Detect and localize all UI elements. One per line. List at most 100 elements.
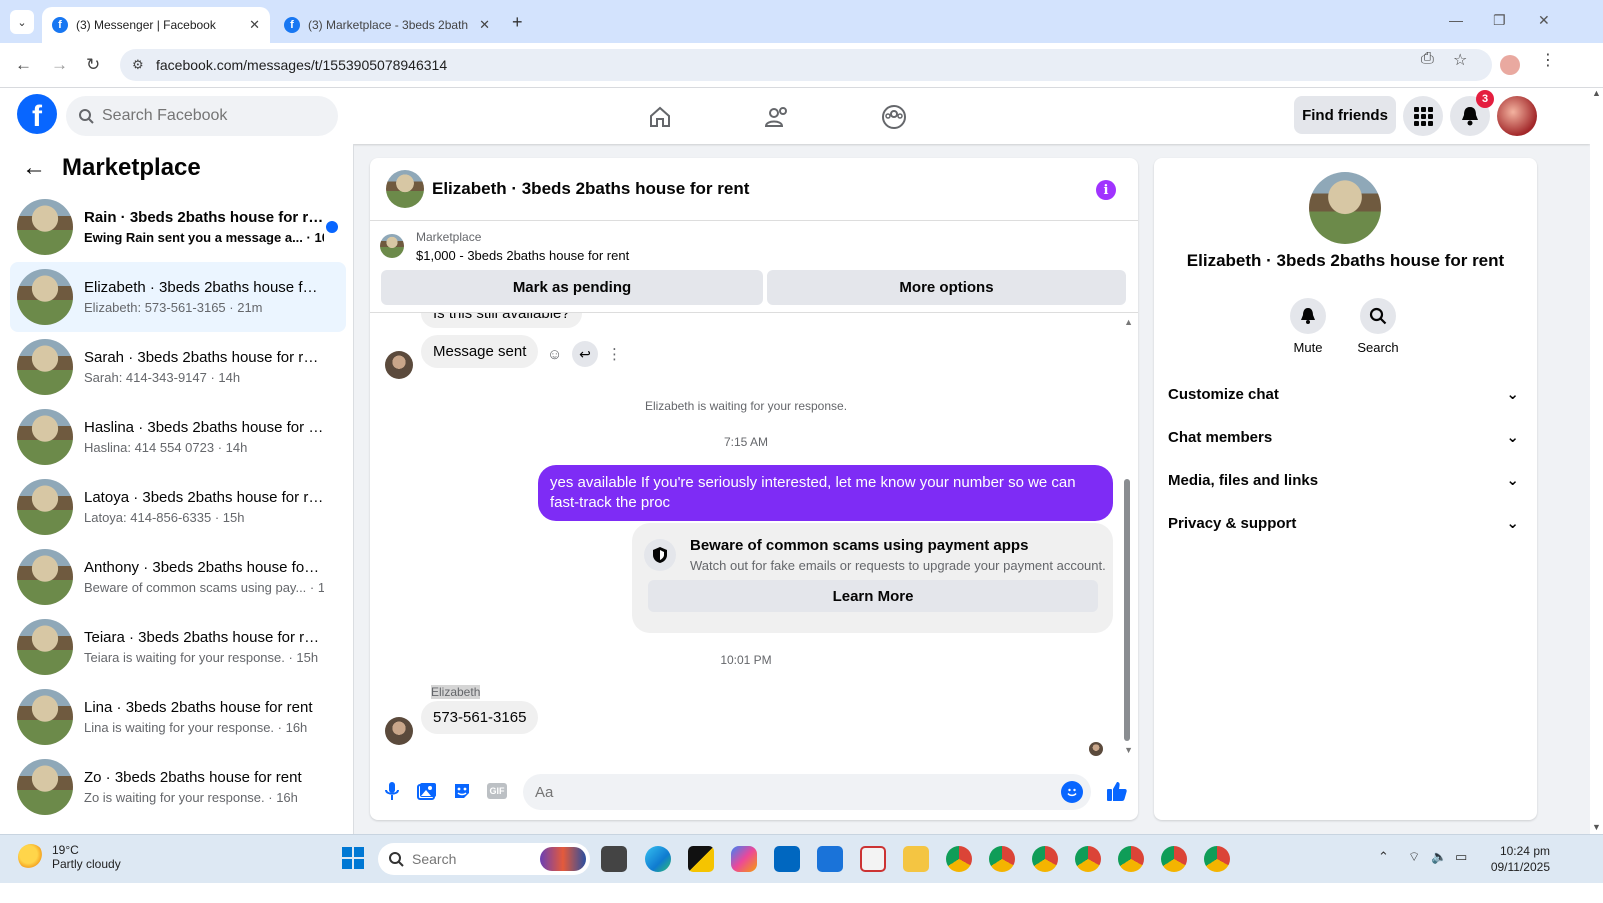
find-friends-button[interactable]: Find friends — [1294, 96, 1396, 134]
copilot-icon[interactable] — [731, 846, 757, 872]
message-input[interactable] — [535, 783, 1035, 801]
conversation-item[interactable]: Rain · 3beds 2baths house for rent Ewing … — [10, 192, 346, 262]
minimize-icon[interactable]: — — [1449, 12, 1463, 28]
page-scroll-up-icon[interactable]: ▲ — [1592, 88, 1601, 98]
microphone-icon[interactable] — [381, 780, 403, 802]
photo-icon[interactable] — [416, 780, 438, 802]
message-bubble: Message sent — [421, 335, 539, 368]
react-emoji-icon[interactable]: ☺ — [547, 346, 562, 363]
gif-icon[interactable]: GIF — [486, 780, 508, 802]
reply-icon[interactable]: ↩ — [572, 341, 598, 367]
file-explorer-icon[interactable] — [903, 846, 929, 872]
message-thread[interactable]: Is this still available? Message sent ☺ … — [370, 312, 1138, 760]
conversation-item[interactable]: Zo · 3beds 2baths house for rent Zo is wa… — [10, 752, 346, 822]
contact-name: Elizabeth · 3beds 2baths house for rent — [1186, 251, 1505, 270]
customize-chat-section[interactable]: Customize chat ⌄ — [1168, 374, 1523, 414]
contact-profile-avatar[interactable] — [1309, 172, 1381, 244]
back-icon[interactable]: ← — [15, 55, 32, 75]
weather-widget[interactable]: 19°C Partly cloudy — [18, 843, 121, 871]
info-icon[interactable]: i — [1096, 180, 1116, 200]
taskbar-search-box[interactable] — [378, 843, 590, 875]
page-scrollbar[interactable]: ▲ ▼ — [1590, 88, 1603, 834]
conversation-item[interactable]: Latoya · 3beds 2baths house for rent Lato… — [10, 472, 346, 542]
chat-avatar[interactable] — [386, 170, 424, 208]
sticker-icon[interactable] — [451, 780, 473, 802]
tab-marketplace[interactable]: f (3) Marketplace - 3beds 2baths ✕ — [274, 7, 500, 43]
scroll-down-arrow-icon[interactable]: ▼ — [1124, 745, 1133, 755]
marketplace-listing-summary[interactable]: Marketplace $1,000 - 3beds 2baths house … — [380, 230, 629, 263]
windows-start-icon[interactable] — [341, 846, 367, 872]
mute-button[interactable]: Mute — [1278, 298, 1338, 355]
conversation-item-active[interactable]: Elizabeth · 3beds 2baths house for... Eli… — [10, 262, 346, 332]
thumbs-up-icon[interactable] — [1104, 778, 1130, 804]
chat-header: Elizabeth · 3beds 2baths house for rent … — [370, 158, 1138, 221]
bookmark-star-icon[interactable]: ☆ — [1453, 50, 1467, 70]
learn-more-button[interactable]: Learn More — [648, 580, 1098, 612]
chat-scrollbar[interactable] — [1124, 479, 1130, 741]
reload-icon[interactable]: ↻ — [86, 55, 100, 75]
taskbar-search-input[interactable] — [412, 851, 532, 867]
media-files-links-section[interactable]: Media, files and links ⌄ — [1168, 460, 1523, 500]
message-input-box[interactable] — [523, 774, 1091, 810]
chrome-icon[interactable] — [1118, 846, 1144, 872]
conversation-item[interactable]: Teiara · 3beds 2baths house for rent Teia… — [10, 612, 346, 682]
account-avatar[interactable] — [1497, 96, 1537, 136]
wifi-icon[interactable]: ⌔ — [1408, 849, 1420, 865]
forward-icon[interactable]: → — [51, 55, 68, 75]
message-composer: GIF — [370, 760, 1138, 820]
chrome-icon[interactable] — [1161, 846, 1187, 872]
browser-profile-avatar[interactable] — [1500, 55, 1520, 75]
conversation-preview: Sarah: 414-343-9147 · 14h — [84, 370, 241, 385]
chrome-icon[interactable] — [946, 846, 972, 872]
browser-menu-icon[interactable]: ⋮ — [1540, 50, 1556, 70]
back-arrow-icon[interactable]: ← — [22, 154, 46, 182]
more-options-button[interactable]: More options — [767, 270, 1126, 305]
conversation-item[interactable]: Sarah · 3beds 2baths house for rent Sarah… — [10, 332, 346, 402]
chrome-icon[interactable] — [1032, 846, 1058, 872]
url-field[interactable]: ⚙ facebook.com/messages/t/15539050789463… — [120, 49, 1492, 81]
facebook-search-box[interactable] — [66, 96, 338, 136]
conversation-item[interactable]: Haslina · 3beds 2baths house for r... Has… — [10, 402, 346, 472]
scroll-up-arrow-icon[interactable]: ▲ — [1124, 317, 1133, 327]
temperature: 19°C — [52, 843, 79, 857]
restore-icon[interactable]: ❐ — [1493, 12, 1506, 29]
mark-as-pending-button[interactable]: Mark as pending — [381, 270, 763, 305]
new-tab-icon[interactable]: + — [512, 12, 523, 33]
chat-members-section[interactable]: Chat members ⌄ — [1168, 417, 1523, 457]
microsoft-store-icon[interactable] — [774, 846, 800, 872]
tab-messenger[interactable]: f (3) Messenger | Facebook ✕ — [42, 7, 270, 43]
outlook-icon[interactable] — [817, 846, 843, 872]
edge-browser-icon[interactable] — [645, 846, 671, 872]
facebook-search-input[interactable] — [102, 107, 312, 125]
site-info-icon[interactable]: ⚙ — [132, 57, 144, 73]
chrome-icon[interactable] — [1075, 846, 1101, 872]
home-icon[interactable] — [643, 100, 677, 134]
task-view-icon[interactable] — [601, 846, 627, 872]
bell-icon — [1290, 298, 1326, 334]
page-scroll-down-icon[interactable]: ▼ — [1592, 822, 1601, 832]
facebook-logo-icon[interactable]: f — [17, 94, 57, 134]
more-actions-icon[interactable]: ⋮ — [607, 345, 622, 363]
emoji-icon[interactable] — [1061, 781, 1083, 803]
search-in-conversation-button[interactable]: Search — [1348, 298, 1408, 355]
friends-icon[interactable] — [760, 100, 794, 134]
chrome-icon[interactable] — [989, 846, 1015, 872]
privacy-support-section[interactable]: Privacy & support ⌄ — [1168, 503, 1523, 543]
install-app-icon[interactable]: ⎙ — [1421, 50, 1434, 68]
conversation-item[interactable]: Anthony · 3beds 2baths house for ... Bewa… — [10, 542, 346, 612]
menu-grid-icon[interactable] — [1403, 96, 1443, 136]
chrome-icon[interactable] — [1204, 846, 1230, 872]
close-tab-icon[interactable]: ✕ — [249, 17, 260, 33]
battery-icon[interactable]: ▭ — [1455, 849, 1467, 865]
snipping-tool-icon[interactable] — [860, 846, 886, 872]
conversation-item[interactable]: Lina · 3beds 2baths house for rent Lina i… — [10, 682, 346, 752]
tab-list-chevron-icon[interactable]: ⌄ — [10, 10, 34, 34]
chat-title[interactable]: Elizabeth · 3beds 2baths house for rent — [432, 179, 749, 199]
groups-icon[interactable] — [877, 100, 911, 134]
close-window-icon[interactable]: ✕ — [1538, 12, 1550, 29]
close-tab-icon[interactable]: ✕ — [479, 17, 490, 33]
system-clock[interactable]: 10:24 pm 09/11/2025 — [1478, 843, 1550, 875]
sticky-notes-icon[interactable] — [688, 846, 714, 872]
show-hidden-icons-icon[interactable]: ⌃ — [1378, 849, 1389, 865]
volume-icon[interactable]: 🔈 — [1431, 849, 1447, 865]
